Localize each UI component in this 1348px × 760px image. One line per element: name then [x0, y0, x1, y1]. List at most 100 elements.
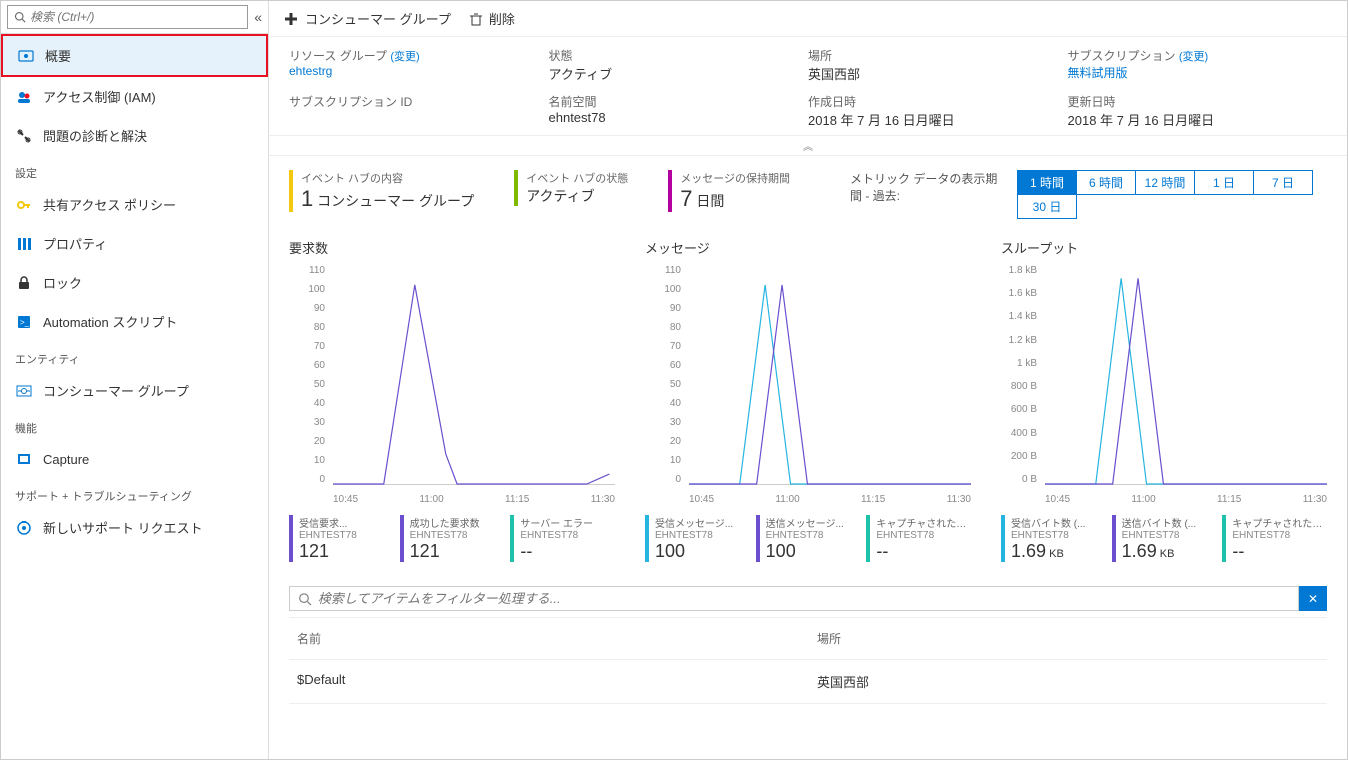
- hub-retention: メッセージの保持期間 7 日間: [668, 170, 790, 212]
- content: イベント ハブの内容 1 コンシューマー グループ イベント ハブの状態 アクテ…: [269, 156, 1347, 759]
- period-1d[interactable]: 1 日: [1194, 170, 1254, 195]
- consumer-table: 名前 場所 $Default 英国西部: [289, 617, 1327, 704]
- hub-stats-row: イベント ハブの内容 1 コンシューマー グループ イベント ハブの状態 アクテ…: [289, 170, 1327, 218]
- chart-throughput[interactable]: スループット1.8 kB1.6 kB1.4 kB1.2 kB1 kB800 B6…: [1001, 238, 1327, 562]
- nav-overview[interactable]: 概要: [1, 34, 268, 77]
- search-icon: [298, 592, 312, 606]
- sub-change-link[interactable]: (変更): [1179, 51, 1208, 63]
- filter-clear-button[interactable]: ✕: [1299, 586, 1327, 611]
- created-label: 作成日時: [808, 93, 1068, 110]
- nav-consumer-groups[interactable]: コンシューマー グループ: [1, 371, 268, 410]
- legend-item: 送信メッセージ...EHNTEST78100: [756, 515, 861, 562]
- legend-item: 成功した要求数EHNTEST78121: [400, 515, 505, 562]
- legend-item: 送信バイト数 (...EHNTEST781.69 KB: [1112, 515, 1217, 562]
- period-30d[interactable]: 30 日: [1017, 194, 1077, 219]
- legend-item: 受信メッセージ...EHNTEST78100: [645, 515, 750, 562]
- nav-label: 新しいサポート リクエスト: [43, 518, 203, 537]
- nav-properties[interactable]: プロパティ: [1, 224, 268, 263]
- chart-title: 要求数: [289, 238, 615, 257]
- nav-diagnose[interactable]: 問題の診断と解決: [1, 116, 268, 155]
- ns-value: ehntest78: [549, 110, 809, 125]
- key-icon: [15, 196, 33, 214]
- overview-icon: [17, 47, 35, 65]
- location-value: 英国西部: [808, 64, 1068, 83]
- sidebar-search-input[interactable]: [30, 10, 241, 24]
- sidebar: « 概要 アクセス制御 (IAM) 問題の診断と解決 設定 共有アクセス ポリシ…: [1, 1, 269, 759]
- hub-retention-unit: 日間: [696, 193, 724, 209]
- section-entity: エンティティ: [1, 341, 268, 371]
- created-value: 2018 年 7 月 16 日月曜日: [808, 110, 1068, 129]
- table-header: 名前 場所: [289, 617, 1327, 660]
- sub-value[interactable]: 無料試用版: [1068, 64, 1328, 81]
- sidebar-search[interactable]: [7, 5, 248, 29]
- nav-locks[interactable]: ロック: [1, 263, 268, 302]
- table-row[interactable]: $Default 英国西部: [289, 660, 1327, 704]
- sidebar-search-row: «: [1, 1, 268, 34]
- chart-title: スループット: [1001, 238, 1327, 257]
- period-6h[interactable]: 6 時間: [1076, 170, 1136, 195]
- wrench-icon: [15, 127, 33, 145]
- hub-status-val: アクティブ: [526, 186, 628, 206]
- subid-label: サブスクリプション ID: [289, 93, 549, 110]
- filter-input[interactable]: [318, 591, 1290, 606]
- hub-contents-val: 1: [301, 186, 313, 211]
- section-support: サポート + トラブルシューティング: [1, 478, 268, 508]
- legend-item: 受信要求...EHNTEST78121: [289, 515, 394, 562]
- filter-input-wrap[interactable]: [289, 586, 1299, 611]
- period-buttons: 1 時間 6 時間 12 時間 1 日 7 日 30 日: [1017, 170, 1327, 218]
- toolbar-label: 削除: [489, 9, 515, 28]
- essentials-collapse[interactable]: ︽: [269, 136, 1347, 156]
- charts-row: 要求数110100908070605040302010010:4511:0011…: [289, 238, 1327, 562]
- essentials: リソース グループ (変更) ehtestrg 状態 アクティブ 場所 英国西部…: [269, 37, 1347, 136]
- support-icon: [15, 519, 33, 537]
- hub-retention-label: メッセージの保持期間: [680, 170, 790, 186]
- status-label: 状態: [549, 47, 809, 64]
- hub-status-label: イベント ハブの状態: [526, 170, 628, 186]
- location-label: 場所: [808, 47, 1068, 64]
- nav-automation[interactable]: >_ Automation スクリプト: [1, 302, 268, 341]
- section-feature: 機能: [1, 410, 268, 440]
- period-1h[interactable]: 1 時間: [1017, 170, 1077, 195]
- cell-loc: 英国西部: [817, 672, 1319, 691]
- nav-iam[interactable]: アクセス制御 (IAM): [1, 77, 268, 116]
- nav-label: Automation スクリプト: [43, 312, 177, 331]
- chart-requests[interactable]: 要求数110100908070605040302010010:4511:0011…: [289, 238, 615, 562]
- add-consumer-group-button[interactable]: コンシューマー グループ: [283, 9, 451, 28]
- hub-contents-label: イベント ハブの内容: [301, 170, 474, 186]
- collapse-icon[interactable]: «: [254, 9, 262, 25]
- chart-messages[interactable]: メッセージ110100908070605040302010010:4511:00…: [645, 238, 971, 562]
- nav-label: プロパティ: [43, 234, 107, 253]
- legend-item: キャプチャされたメッ...EHNTEST78--: [866, 515, 971, 562]
- rg-label: リソース グループ: [289, 49, 387, 63]
- legend-item: サーバー エラーEHNTEST78--: [510, 515, 615, 562]
- col-name: 名前: [297, 630, 817, 647]
- nav-label: ロック: [43, 273, 82, 292]
- nav-support-request[interactable]: 新しいサポート リクエスト: [1, 508, 268, 547]
- nav-capture[interactable]: Capture: [1, 440, 268, 478]
- filter-row: ✕: [289, 586, 1327, 611]
- rg-change-link[interactable]: (変更): [390, 51, 419, 63]
- updated-label: 更新日時: [1068, 93, 1328, 110]
- nav-label: Capture: [43, 452, 89, 467]
- svg-text:>_: >_: [20, 318, 30, 327]
- chart-title: メッセージ: [645, 238, 971, 257]
- status-value: アクティブ: [549, 64, 809, 83]
- legend-item: キャプチャされたバイト数EHNTEST78--: [1222, 515, 1327, 562]
- search-icon: [14, 11, 26, 23]
- cell-name: $Default: [297, 672, 817, 691]
- toolbar-label: コンシューマー グループ: [305, 9, 451, 28]
- nav-label: コンシューマー グループ: [43, 381, 189, 400]
- period-12h[interactable]: 12 時間: [1135, 170, 1195, 195]
- nav-label: 共有アクセス ポリシー: [43, 195, 176, 214]
- nav-label: アクセス制御 (IAM): [43, 87, 156, 106]
- metric-period: メトリック データの表示期間 - 過去: 1 時間 6 時間 12 時間 1 日…: [850, 170, 1327, 218]
- period-7d[interactable]: 7 日: [1253, 170, 1313, 195]
- ns-label: 名前空間: [549, 93, 809, 110]
- hub-status: イベント ハブの状態 アクティブ: [514, 170, 628, 206]
- plus-icon: [283, 11, 299, 27]
- section-settings: 設定: [1, 155, 268, 185]
- toolbar: コンシューマー グループ 削除: [269, 1, 1347, 37]
- delete-button[interactable]: 削除: [469, 9, 515, 28]
- nav-shared-access[interactable]: 共有アクセス ポリシー: [1, 185, 268, 224]
- rg-value[interactable]: ehtestrg: [289, 64, 549, 78]
